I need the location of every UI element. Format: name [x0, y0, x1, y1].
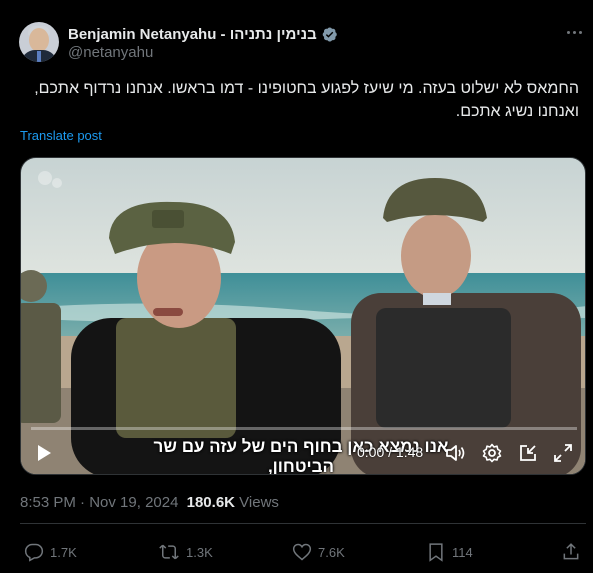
author-name-row: Benjamin Netanyahu - בנימין נתניהו: [68, 24, 338, 44]
verified-badge-icon: [322, 26, 337, 42]
video-progress-bar[interactable]: [31, 427, 577, 430]
author-avatar[interactable]: [19, 22, 59, 62]
reply-count: 1.7K: [50, 544, 77, 560]
bookmark-button[interactable]: 114: [426, 540, 473, 564]
post-meta: 8:53 PM · Nov 19, 2024 180.6K Views: [20, 494, 279, 511]
more-options-icon[interactable]: [560, 22, 588, 42]
views-count: 180.6K: [186, 494, 235, 511]
video-duration: 1:48: [395, 444, 424, 460]
settings-icon[interactable]: [480, 442, 504, 464]
post-date[interactable]: Nov 19, 2024: [89, 494, 178, 511]
post-time[interactable]: 8:53 PM: [20, 494, 76, 511]
like-button[interactable]: 7.6K: [292, 540, 345, 564]
repost-button[interactable]: 1.3K: [158, 540, 213, 564]
post-actions: 1.7K 1.3K 7.6K 114: [0, 540, 593, 564]
repost-icon: [159, 544, 179, 560]
bookmark-icon: [429, 543, 443, 562]
bookmark-count: 114: [452, 544, 473, 560]
avatar-tie: [37, 51, 41, 62]
actions-divider: [20, 523, 586, 524]
video-current-time: 0:00: [357, 444, 385, 460]
post-card: Benjamin Netanyahu - בנימין נתניהו @neta…: [0, 0, 593, 573]
reply-button[interactable]: 1.7K: [24, 540, 77, 564]
like-count: 7.6K: [318, 544, 345, 560]
video-player[interactable]: אנו נמצא כאן בחוף הים של עזה עם שר הביטח…: [20, 157, 586, 475]
meta-separator: ·: [75, 494, 90, 511]
video-time-readout: 0:00 / 1:48: [357, 444, 423, 460]
volume-icon[interactable]: [444, 442, 468, 464]
post-text: החמאס לא ישלוט בעזה. מי שיעז לפגוע בחטופ…: [34, 80, 579, 120]
pip-icon[interactable]: [516, 442, 540, 464]
reply-icon: [24, 543, 44, 562]
avatar-face: [29, 28, 49, 52]
translate-post-link[interactable]: Translate post: [20, 128, 102, 143]
video-controls: 0:00 / 1:48: [21, 438, 585, 468]
author-display-name[interactable]: Benjamin Netanyahu - בנימין נתניהו: [68, 26, 317, 43]
video-time-separator: /: [384, 444, 396, 460]
share-icon: [563, 543, 579, 560]
fullscreen-icon[interactable]: [551, 442, 575, 464]
heart-icon: [292, 543, 312, 561]
views-label: Views: [239, 494, 279, 511]
play-icon[interactable]: [33, 442, 55, 464]
author-handle[interactable]: @netanyahu: [68, 44, 153, 61]
share-button[interactable]: [561, 540, 581, 564]
repost-count: 1.3K: [186, 544, 213, 560]
